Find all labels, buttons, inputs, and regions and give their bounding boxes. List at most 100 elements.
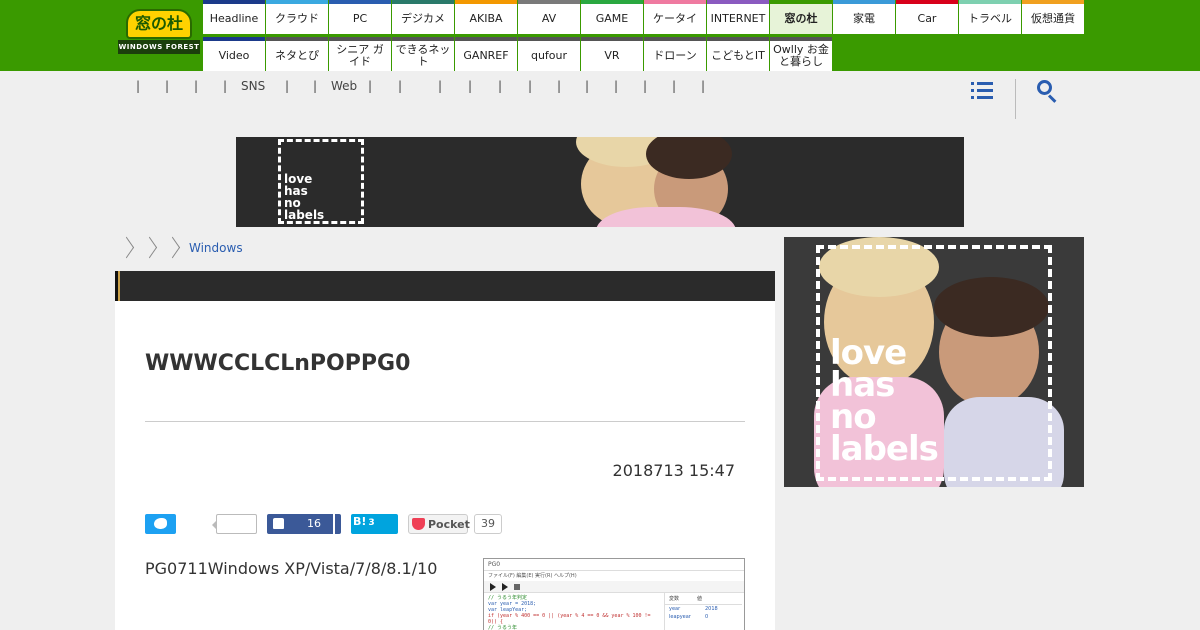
hatena-bookmark-button[interactable]: B! 3 (351, 514, 398, 534)
nav-color-bar (455, 37, 517, 41)
nav-color-bar (518, 37, 580, 41)
nav-item-row1[interactable]: トラベル (959, 0, 1021, 34)
subnav-separator: | (528, 79, 533, 93)
nav-item-row1[interactable]: クラウド (266, 0, 328, 34)
nav-item-row2[interactable]: Video (203, 37, 265, 71)
header-divider (1015, 79, 1016, 119)
nav-color-bar (392, 0, 454, 4)
subnav-link[interactable]: Web (331, 79, 357, 93)
logo-mark: 窓の杜 (126, 9, 192, 39)
nav-color-bar (329, 37, 391, 41)
nav-color-bar (644, 37, 706, 41)
subnav-separator: | (585, 79, 590, 93)
twitter-icon (154, 518, 167, 529)
nav-color-bar (896, 0, 958, 4)
nav-item-label: GANREF (463, 49, 509, 62)
pocket-label: Pocket (428, 518, 470, 531)
nav-item-label: 仮想通貨 (1031, 12, 1075, 25)
nav-color-bar (959, 0, 1021, 4)
side-ad[interactable]: love has no labels (784, 237, 1084, 487)
variable-value: 2018 (705, 606, 718, 612)
subnav-separator: | (438, 79, 443, 93)
nav-color-bar (518, 0, 580, 4)
screenshot-toolbar (484, 581, 744, 593)
subnav-separator: | (614, 79, 619, 93)
facebook-like-button[interactable]: 16 (267, 514, 341, 534)
subnav-separator: | (194, 79, 199, 93)
nav-color-bar (203, 37, 265, 41)
nav-item-label: デジカメ (401, 12, 445, 25)
nav-color-bar (644, 0, 706, 4)
nav-item-row2[interactable]: VR (581, 37, 643, 71)
code-line: if (year % 400 == 0 || (year % 4 == 0 &&… (488, 613, 651, 625)
vars-col-name: 変数 (669, 596, 680, 602)
breadcrumb-separator-icon (166, 237, 178, 261)
article-screenshot[interactable]: PG0 ファイル(F) 編集(E) 実行(R) ヘルプ(H) // うるう年判定… (483, 558, 745, 630)
nav-item-row1[interactable]: INTERNET (707, 0, 769, 34)
nav-color-bar (581, 0, 643, 4)
nav-item-row1[interactable]: AV (518, 0, 580, 34)
menu-icon[interactable] (971, 80, 993, 100)
nav-item-label: 窓の杜 (784, 12, 818, 25)
nav-item-row1[interactable]: Car (896, 0, 958, 34)
subnav-separator: | (643, 79, 648, 93)
ad-text: love has no labels (284, 172, 325, 222)
nav-item-row2[interactable]: qufour (518, 37, 580, 71)
nav-item-label: Video (218, 49, 250, 62)
nav-item-label: 家電 (853, 12, 875, 25)
hatena-label: B! 3 (353, 515, 375, 528)
nav-item-label: PC (352, 12, 368, 25)
nav-item-row2[interactable]: GANREF (455, 37, 517, 71)
nav-item-label: Headline (209, 12, 259, 25)
nav-color-bar (329, 0, 391, 4)
nav-item-row1[interactable]: AKIBA (455, 0, 517, 34)
nav-item-row2[interactable]: シニア ガイド (329, 37, 391, 71)
nav-item-label: Car (917, 12, 937, 25)
nav-item-row1[interactable]: ケータイ (644, 0, 706, 34)
nav-item-label: こどもとIT (711, 49, 765, 62)
nav-item-label: INTERNET (710, 12, 766, 25)
breadcrumb-link-windows[interactable]: Windows (189, 241, 243, 255)
variable-name: year (669, 606, 681, 612)
subnav-separator: | (223, 79, 228, 93)
nav-item-row2[interactable]: Owlly お金と暮らし (770, 37, 832, 71)
search-icon[interactable] (1037, 80, 1059, 103)
article-header-bar (115, 271, 775, 301)
nav-item-row1[interactable]: 仮想通貨 (1022, 0, 1084, 34)
nav-item-row2[interactable]: できるネット (392, 37, 454, 71)
variable-row: year 2018 (665, 605, 742, 613)
nav-item-row1[interactable]: デジカメ (392, 0, 454, 34)
nav-item-row1[interactable]: GAME (581, 0, 643, 34)
article-date: 2018713 15:47 (612, 461, 735, 480)
top-banner-ad[interactable]: love has no labels (236, 137, 964, 227)
nav-item-row1[interactable]: PC (329, 0, 391, 34)
nav-color-bar (707, 0, 769, 4)
twitter-share-button[interactable] (145, 514, 176, 534)
network-nav: Headline クラウド PC デジカメ AKIBA AV GAME ケータイ INTERNE… (203, 0, 1085, 71)
variable-row: leapyear 0 (665, 613, 742, 621)
nav-item-label: Owlly お金と暮らし (773, 43, 829, 68)
subnav-separator: | (165, 79, 170, 93)
nav-item-label: VR (604, 49, 620, 62)
pocket-button[interactable]: Pocket (408, 514, 470, 534)
thumbs-up-icon (273, 518, 284, 529)
nav-color-bar (581, 37, 643, 41)
nav-item-row2[interactable]: ドローン (644, 37, 706, 71)
subnav-separator: | (498, 79, 503, 93)
breadcrumb-separator-icon (120, 237, 132, 261)
nav-item-row1[interactable]: Headline (203, 0, 265, 34)
subnav-link[interactable]: SNS (241, 79, 265, 93)
site-logo[interactable]: 窓の杜 WINDOWS FOREST (118, 9, 200, 57)
article-title: WWWCCLCLnPOPPG0 (145, 351, 411, 376)
screenshot-menu: ファイル(F) 編集(E) 実行(R) ヘルプ(H) (488, 573, 577, 579)
nav-color-bar (770, 0, 832, 4)
nav-item-row1[interactable]: 家電 (833, 0, 895, 34)
vars-col-value: 値 (697, 596, 703, 602)
nav-item-row2[interactable]: ネタとぴ (266, 37, 328, 71)
nav-color-bar (707, 37, 769, 41)
subnav-separator: | (468, 79, 473, 93)
nav-item-row2[interactable]: こどもとIT (707, 37, 769, 71)
nav-color-bar (266, 0, 328, 4)
nav-item-row1[interactable]: 窓の杜 (770, 0, 832, 34)
nav-color-bar (1022, 0, 1084, 4)
